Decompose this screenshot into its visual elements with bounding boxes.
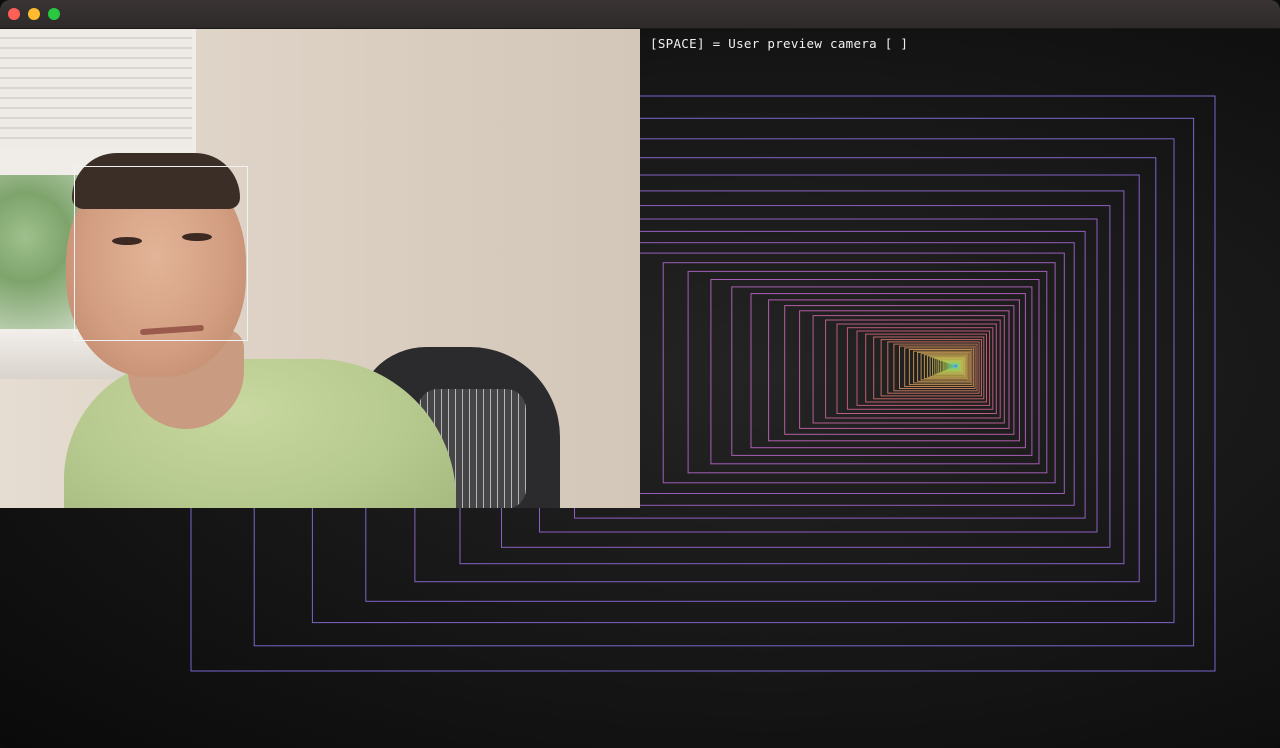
user-preview-camera <box>0 29 640 508</box>
minimize-window-button[interactable] <box>28 8 40 20</box>
app-window: [SPACE] = User preview camera [ ] <box>0 0 1280 748</box>
title-bar <box>0 0 1280 29</box>
keyboard-hint-text: [SPACE] = User preview camera [ ] <box>650 36 909 51</box>
camera-window-blinds <box>0 29 192 147</box>
close-window-button[interactable] <box>8 8 20 20</box>
render-viewport: [SPACE] = User preview camera [ ] <box>0 29 1280 748</box>
tunnel-ring <box>825 319 1001 419</box>
maximize-window-button[interactable] <box>48 8 60 20</box>
face-detection-box <box>74 166 248 341</box>
tunnel-ring <box>812 315 1005 424</box>
